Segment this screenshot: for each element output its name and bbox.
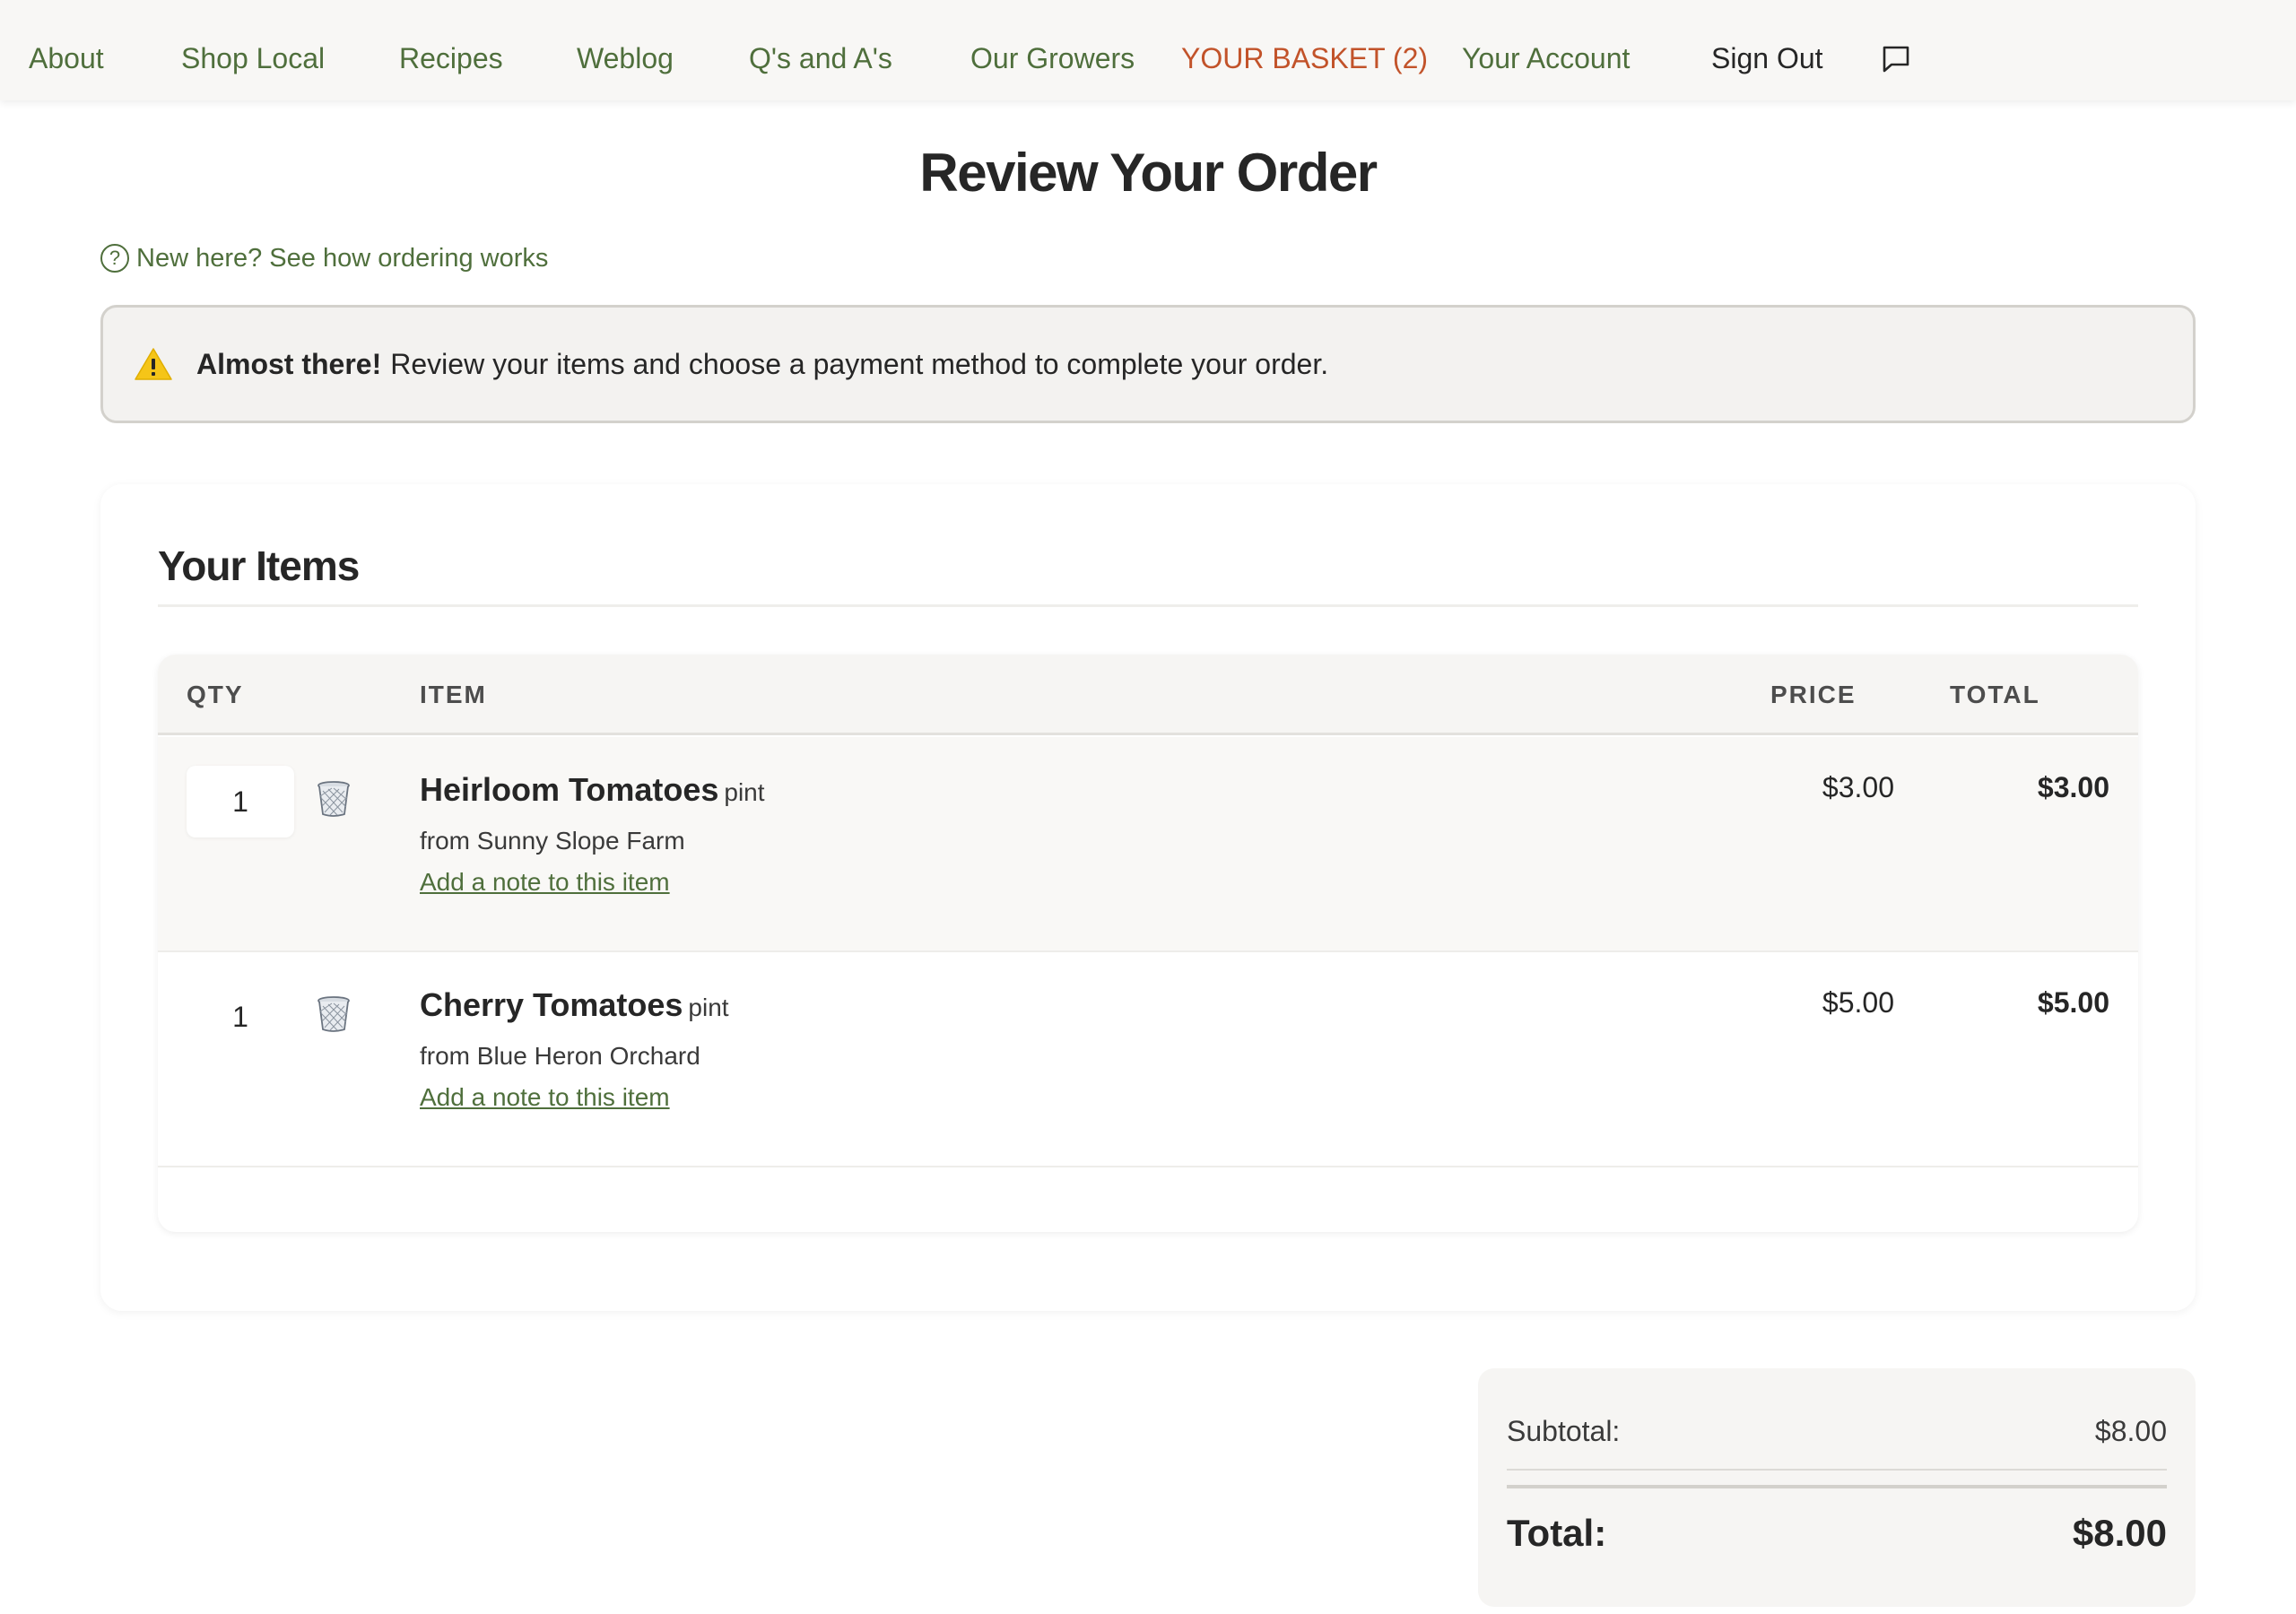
item-name-text: Cherry Tomatoes	[420, 986, 683, 1023]
nav-sign-out[interactable]: Sign Out	[1711, 0, 1823, 100]
nav-our-growers[interactable]: Our Growers	[970, 0, 1135, 100]
item-price: $3.00	[1822, 771, 1894, 803]
item-total: $3.00	[2037, 771, 2109, 803]
item-farm: from Sunny Slope Farm	[420, 827, 685, 855]
subtotal-value: $8.00	[2094, 1415, 2167, 1447]
subtotal-label: Subtotal:	[1507, 1415, 1621, 1447]
trash-icon[interactable]	[314, 994, 353, 1033]
order-summary: Subtotal: $8.00 Total: $8.00	[1478, 1368, 2196, 1607]
nav-recipes[interactable]: Recipes	[399, 0, 503, 100]
table-row: 1 Cherry Tomatoes pint from Blue Heron Or…	[158, 952, 2138, 1167]
item-name: Cherry Tomatoes pint	[420, 986, 729, 1024]
trash-icon[interactable]	[314, 778, 353, 818]
page-title: Review Your Order	[919, 143, 1378, 203]
how-ordering-works-label: New here? See how ordering works	[136, 243, 549, 273]
summary-divider	[1507, 1469, 2167, 1471]
table-row: 1 Heirloom Tomatoes pint from Sunny Slope…	[158, 737, 2138, 952]
your-items-heading: Your Items	[158, 542, 360, 589]
item-name: Heirloom Tomatoes pint	[420, 771, 765, 809]
nav-your-basket[interactable]: YOUR BASKET (2)	[1181, 0, 1428, 100]
add-note-link[interactable]: Add a note to this item	[420, 868, 670, 897]
add-note-link[interactable]: Add a note to this item	[420, 1083, 670, 1112]
question-circle-icon: ?	[100, 244, 129, 273]
table-header: QTY ITEM PRICE TOTAL	[158, 655, 2138, 735]
alert-message: Review your items and choose a payment m…	[390, 347, 1329, 380]
alert-strong-text: Almost there!	[196, 347, 382, 380]
heading-divider	[158, 604, 2138, 607]
column-header-qty: QTY	[187, 681, 244, 708]
nav-your-account[interactable]: Your Account	[1462, 0, 1630, 100]
chat-bubble-icon[interactable]	[1880, 43, 1912, 75]
warning-icon	[134, 346, 173, 382]
top-navigation: About Shop Local Recipes Weblog Q's and …	[0, 0, 2296, 100]
nav-qa[interactable]: Q's and A's	[749, 0, 892, 100]
item-farm: from Blue Heron Orchard	[420, 1042, 700, 1070]
item-name-text: Heirloom Tomatoes	[420, 771, 719, 808]
nav-about[interactable]: About	[29, 0, 104, 100]
item-unit: pint	[724, 778, 765, 806]
almost-there-alert: Almost there! Review your items and choo…	[100, 305, 2196, 423]
column-header-item: ITEM	[420, 681, 487, 708]
nav-shop-local[interactable]: Shop Local	[181, 0, 325, 100]
item-total: $5.00	[2037, 986, 2109, 1019]
total-label: Total:	[1507, 1512, 1607, 1554]
column-header-price: PRICE	[1770, 681, 1857, 708]
quantity-input[interactable]: 1	[187, 981, 294, 1053]
how-ordering-works-link[interactable]: ? New here? See how ordering works	[100, 240, 548, 276]
summary-divider-thick	[1507, 1485, 2167, 1488]
column-header-total: TOTAL	[1950, 681, 2040, 708]
item-unit: pint	[688, 994, 729, 1021]
your-items-card: Your Items QTY ITEM PRICE TOTAL 1 Heirlo…	[100, 484, 2196, 1311]
nav-weblog[interactable]: Weblog	[577, 0, 674, 100]
total-value: $8.00	[2072, 1512, 2167, 1554]
quantity-input[interactable]: 1	[187, 766, 294, 837]
item-price: $5.00	[1822, 986, 1894, 1019]
items-table: QTY ITEM PRICE TOTAL 1 Heirloom Tomatoes…	[158, 655, 2138, 1232]
